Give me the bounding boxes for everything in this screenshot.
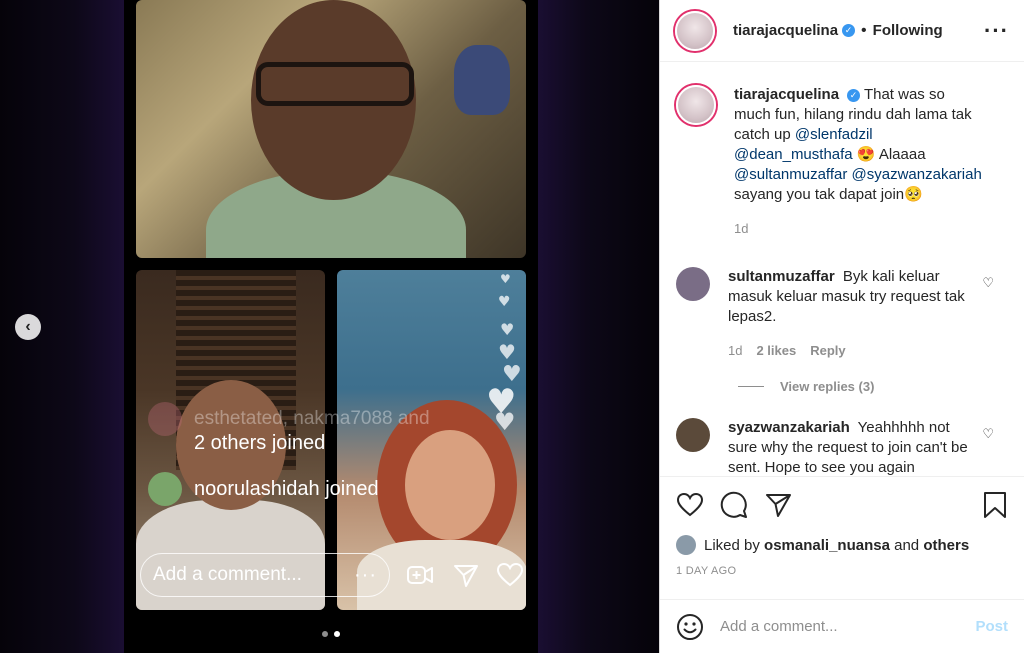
heart-icon: ♥ [498, 294, 511, 310]
join-notice-others: 2 others joined [194, 432, 325, 455]
heart-icon[interactable]: ♡ [982, 275, 994, 291]
view-replies-label: View replies (3) [780, 379, 875, 394]
floating-hearts: ♥ ♥ ♥ ♥ ♥ ♥ ♥ [486, 272, 536, 442]
comment-username[interactable]: sultanmuzaffar [728, 268, 835, 285]
post-button[interactable]: Post [975, 618, 1008, 635]
caption-meta: 1d [734, 219, 984, 239]
add-comment-bar: Add a comment... Post [660, 599, 1024, 653]
avatar[interactable] [675, 10, 715, 51]
live-comment-placeholder: Add a comment... [153, 564, 302, 585]
media-backdrop-right [538, 0, 659, 653]
live-more-button[interactable]: ··· [354, 564, 377, 587]
likes-summary: Liked by osmanali_nuansa and others [676, 535, 1008, 555]
mention-link[interactable]: @dean_musthafa [734, 146, 853, 163]
comment: syazwanzakariah Yeahhhhh not sure why th… [676, 418, 1008, 475]
comment: sultanmuzaffar Byk kali keluar masuk kel… [676, 267, 1008, 361]
comment-time: 1d [728, 343, 743, 358]
save-icon[interactable] [982, 491, 1008, 519]
comment-likes[interactable]: 2 likes [756, 341, 796, 361]
carousel-dot-active [334, 631, 340, 637]
avatar [148, 472, 182, 506]
mention-link[interactable]: @syazwanzakariah [852, 166, 982, 183]
avatar[interactable] [676, 535, 696, 555]
mention-link[interactable]: @slenfadzil [795, 126, 873, 143]
heart-icon: ♥ [500, 320, 515, 339]
liker-username[interactable]: osmanali_nuansa [764, 537, 890, 554]
carousel-indicator [322, 631, 340, 637]
avatar[interactable] [676, 267, 710, 301]
join-notice-text: esthetated, nakma7088 and [194, 408, 430, 429]
avatar[interactable] [676, 418, 710, 452]
live-comment-input[interactable]: Add a comment... ··· [140, 553, 390, 597]
heart-icon: ♥ [498, 340, 516, 364]
share-icon[interactable] [764, 491, 792, 519]
add-guest-icon[interactable] [406, 561, 434, 589]
divider [738, 386, 764, 387]
background-vase [454, 45, 510, 115]
caption-segment: 😍 Alaaaa [852, 146, 926, 163]
likes-and: and [894, 536, 920, 554]
likes-prefix: Liked by [704, 536, 760, 554]
caption-segment: sayang you tak dapat join🥺 [734, 186, 923, 203]
action-bar [676, 477, 1008, 533]
comment-meta: 1d 2 likes Reply [728, 341, 978, 361]
more-options-button[interactable]: ··· [984, 18, 1009, 44]
heart-icon[interactable] [676, 491, 704, 519]
mention-link[interactable]: @sultanmuzaffar [734, 166, 847, 183]
likes-others-link[interactable]: others [923, 537, 969, 554]
separator: • [861, 21, 867, 39]
join-notice-text: 2 others joined [194, 432, 326, 454]
live-participant-video-top [136, 0, 526, 258]
join-notice-text: noorulashidah joined [194, 477, 379, 500]
comments-list: tiarajacquelina ✓ That was so much fun, h… [660, 63, 1024, 475]
share-icon[interactable] [452, 561, 480, 589]
heart-icon[interactable]: ♡ [982, 426, 994, 442]
emoji-icon[interactable] [676, 613, 704, 641]
comment-text: sultanmuzaffar Byk kali keluar masuk kel… [728, 267, 978, 361]
comment-icon[interactable] [720, 491, 748, 519]
carousel-prev-button[interactable]: ‹ [15, 314, 41, 340]
caption-time: 1d [734, 221, 749, 236]
comment-input[interactable]: Add a comment... [720, 618, 975, 635]
comment-text: syazwanzakariah Yeahhhhh not sure why th… [728, 418, 978, 475]
reply-button[interactable]: Reply [810, 341, 845, 361]
post-timestamp[interactable]: 1 DAY AGO [676, 565, 1008, 577]
join-notice-faded: esthetated, nakma7088 and [148, 402, 430, 436]
heart-icon: ♥ [494, 408, 516, 436]
avatar[interactable] [676, 85, 716, 125]
post-media: ♥ ♥ ♥ ♥ ♥ ♥ ♥ esthetated, nakma7088 and … [0, 0, 659, 653]
caption-text: tiarajacquelina ✓ That was so much fun, h… [734, 85, 984, 239]
heart-icon: ♥ [500, 272, 511, 286]
author-username[interactable]: tiarajacquelina [733, 22, 838, 39]
avatar [148, 402, 182, 436]
verified-icon: ✓ [842, 24, 856, 37]
caption-username[interactable]: tiarajacquelina [734, 86, 839, 103]
join-notice-user: noorulashidah joined [148, 472, 379, 506]
post-header: tiarajacquelina ✓ • Following ··· [660, 0, 1024, 62]
post-actions: Liked by osmanali_nuansa and others 1 DA… [660, 476, 1024, 577]
following-button[interactable]: Following [873, 22, 943, 39]
caption-body: That was so much fun, hilang rindu dah l… [734, 86, 982, 203]
caption: tiarajacquelina ✓ That was so much fun, h… [676, 85, 1008, 239]
view-replies-button[interactable]: View replies (3) [738, 379, 1008, 394]
participant-face [405, 430, 495, 540]
post-sidebar: tiarajacquelina ✓ • Following ··· tiaraj… [659, 0, 1024, 653]
heart-icon[interactable] [496, 561, 524, 589]
chevron-left-icon: ‹ [25, 318, 31, 335]
comment-username[interactable]: syazwanzakariah [728, 419, 850, 436]
verified-icon: ✓ [847, 88, 861, 102]
carousel-dot [322, 631, 328, 637]
participant-glasses [256, 62, 414, 106]
